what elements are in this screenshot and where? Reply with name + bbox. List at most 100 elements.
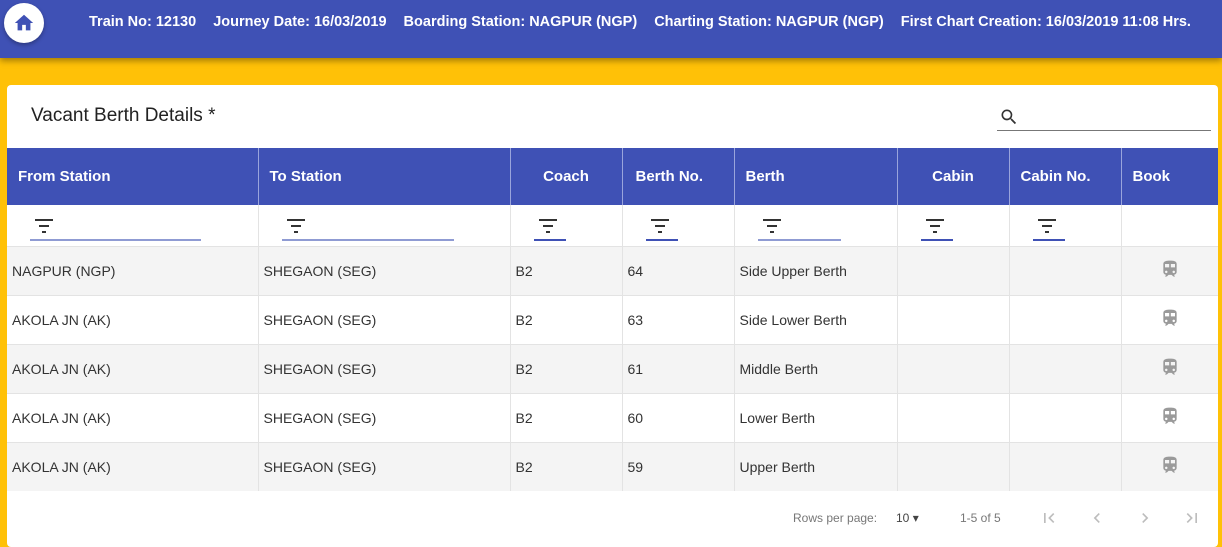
filter-icon [538,219,557,233]
filter-row [7,205,1218,246]
journey-date: Journey Date: 16/03/2019 [213,14,387,30]
cell-berth: Upper Berth [734,441,898,491]
filter-coach[interactable] [510,205,623,246]
filter-icon [762,219,781,233]
dropdown-arrow-icon: ▾ [912,511,919,525]
previous-page-button[interactable] [1086,507,1108,529]
book-button[interactable] [1121,245,1218,295]
col-berth[interactable]: Berth [734,148,898,205]
book-button[interactable] [1121,343,1218,393]
table-row: AKOLA JN (AK) SHEGAON (SEG) B2 60 Lower … [7,392,1218,442]
cell-berth-no: 59 [622,441,735,491]
filter-empty [1121,205,1218,246]
cell-to-station: SHEGAON (SEG) [258,343,511,393]
cell-berth: Side Lower Berth [734,294,898,344]
search-input[interactable] [1029,105,1207,129]
cell-berth: Lower Berth [734,392,898,442]
search-icon [1001,109,1017,125]
filter-icon [650,219,669,233]
train-icon [1163,260,1177,277]
filter-from-station[interactable] [7,205,259,246]
cell-berth: Middle Berth [734,343,898,393]
filter-berth[interactable] [734,205,898,246]
cell-cabin [897,441,1010,491]
table-row: AKOLA JN (AK) SHEGAON (SEG) B2 63 Side L… [7,294,1218,344]
table-row: AKOLA JN (AK) SHEGAON (SEG) B2 59 Upper … [7,441,1218,491]
cell-berth-no: 63 [622,294,735,344]
filter-cabin-no[interactable] [1009,205,1122,246]
col-from-station[interactable]: From Station [7,148,259,205]
pagination: Rows per page: 10 ▾ 1-5 of 5 [7,495,1218,541]
cell-berth-no: 60 [622,392,735,442]
cell-from-station: AKOLA JN (AK) [7,294,259,344]
cell-coach: B2 [510,294,623,344]
col-to-station[interactable]: To Station [258,148,511,205]
book-button[interactable] [1121,441,1218,491]
search-field [997,103,1211,131]
cell-coach: B2 [510,245,623,295]
filter-berth-no[interactable] [622,205,735,246]
filter-icon [925,219,944,233]
col-book: Book [1121,148,1218,205]
top-bar: Train No: 12130 Journey Date: 16/03/2019… [0,0,1222,58]
train-icon [1163,358,1177,375]
cell-cabin [897,343,1010,393]
cell-coach: B2 [510,441,623,491]
page-range: 1-5 of 5 [960,511,1001,525]
col-cabin-no[interactable]: Cabin No. [1009,148,1122,205]
cell-to-station: SHEGAON (SEG) [258,294,511,344]
home-icon [14,14,34,31]
table-row: NAGPUR (NGP) SHEGAON (SEG) B2 64 Side Up… [7,245,1218,295]
filter-icon [1037,219,1056,233]
first-chart-creation: First Chart Creation: 16/03/2019 11:08 H… [900,14,1191,30]
journey-info: Train No: 12130 Journey Date: 16/03/2019… [89,14,1204,30]
next-page-button[interactable] [1134,507,1156,529]
cell-berth-no: 61 [622,343,735,393]
cell-cabin-no [1009,441,1122,491]
cell-cabin-no [1009,245,1122,295]
charting-station: Charting Station: NAGPUR (NGP) [654,14,884,30]
cell-cabin-no [1009,294,1122,344]
rows-per-page-select[interactable]: 10 ▾ [896,511,919,525]
cell-cabin-no [1009,343,1122,393]
cell-cabin [897,294,1010,344]
cell-to-station: SHEGAON (SEG) [258,441,511,491]
cell-cabin [897,245,1010,295]
cell-from-station: AKOLA JN (AK) [7,441,259,491]
last-page-button[interactable] [1181,507,1203,529]
chevron-left-icon [1093,513,1100,523]
col-berth-no[interactable]: Berth No. [622,148,735,205]
header-row: From Station To Station Coach Berth No. … [7,148,1218,205]
boarding-station: Boarding Station: NAGPUR (NGP) [403,14,638,30]
cell-from-station: AKOLA JN (AK) [7,392,259,442]
cell-from-station: NAGPUR (NGP) [7,245,259,295]
train-icon [1163,309,1177,326]
cell-coach: B2 [510,343,623,393]
cell-cabin [897,392,1010,442]
train-no: Train No: 12130 [89,14,197,30]
cell-to-station: SHEGAON (SEG) [258,245,511,295]
card-title: Vacant Berth Details * [31,105,216,126]
cell-cabin-no [1009,392,1122,442]
cell-from-station: AKOLA JN (AK) [7,343,259,393]
col-coach[interactable]: Coach [510,148,623,205]
first-page-icon [1044,513,1055,523]
cell-coach: B2 [510,392,623,442]
book-button[interactable] [1121,392,1218,442]
first-page-button[interactable] [1038,507,1060,529]
vacant-berth-card: Vacant Berth Details * From Station To S… [7,85,1218,547]
last-page-icon [1186,513,1197,523]
train-icon [1163,407,1177,424]
train-icon [1163,456,1177,473]
filter-icon [286,219,305,233]
filter-to-station[interactable] [258,205,511,246]
rows-per-page-value: 10 [896,511,910,525]
table-row: AKOLA JN (AK) SHEGAON (SEG) B2 61 Middle… [7,343,1218,393]
home-button[interactable] [4,3,44,43]
filter-cabin[interactable] [897,205,1010,246]
berth-table: From Station To Station Coach Berth No. … [7,148,1218,491]
col-cabin[interactable]: Cabin [897,148,1010,205]
filter-icon [35,219,53,233]
book-button[interactable] [1121,294,1218,344]
cell-to-station: SHEGAON (SEG) [258,392,511,442]
